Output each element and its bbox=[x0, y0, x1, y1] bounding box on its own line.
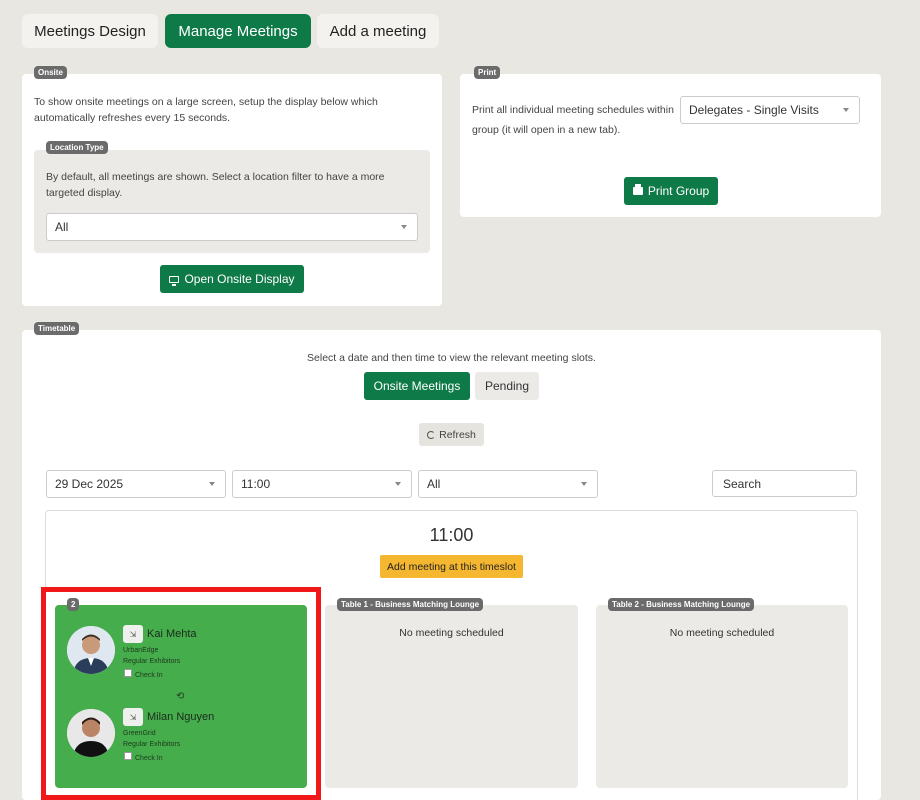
onsite-meetings-button[interactable]: Onsite Meetings bbox=[364, 372, 470, 400]
monitor-icon bbox=[169, 275, 180, 286]
print-description: Print all individual meeting schedules w… bbox=[472, 104, 674, 136]
add-meeting-timeslot-button[interactable]: Add meeting at this timeslot bbox=[380, 555, 523, 578]
onsite-card: To show onsite meetings on a large scree… bbox=[22, 74, 442, 306]
location-type-select[interactable]: All bbox=[46, 213, 418, 241]
chevron-down-icon bbox=[395, 482, 401, 486]
tab-add-meeting[interactable]: Add a meeting bbox=[317, 14, 439, 48]
refresh-button[interactable]: Refresh bbox=[419, 423, 484, 446]
print-group-value: Delegates - Single Visits bbox=[689, 103, 819, 117]
print-group-select[interactable]: Delegates - Single Visits bbox=[680, 96, 860, 124]
onsite-description: To show onsite meetings on a large scree… bbox=[34, 96, 378, 124]
time-select[interactable]: 11:00 bbox=[232, 470, 412, 498]
pending-button[interactable]: Pending bbox=[475, 372, 539, 400]
slot-time: 11:00 bbox=[429, 525, 474, 545]
refresh-label: Refresh bbox=[439, 428, 476, 441]
timetable-badge: Timetable bbox=[34, 322, 80, 335]
table-box-table-1[interactable]: No meeting scheduled bbox=[325, 605, 578, 788]
tab-meetings-design[interactable]: Meetings Design bbox=[22, 14, 158, 48]
table-box-table-2[interactable]: No meeting scheduled bbox=[596, 605, 848, 788]
highlight-outline bbox=[41, 587, 321, 800]
chevron-down-icon bbox=[843, 108, 849, 112]
print-badge: Print bbox=[474, 66, 501, 79]
printer-icon bbox=[632, 184, 643, 195]
search-placeholder: Search bbox=[723, 476, 762, 491]
open-onsite-display-button[interactable]: Open Onsite Display bbox=[160, 265, 304, 293]
tab-manage-meetings[interactable]: Manage Meetings bbox=[165, 14, 311, 48]
location-value: All bbox=[427, 477, 441, 491]
location-type-panel: By default, all meetings are shown. Sele… bbox=[34, 150, 430, 253]
onsite-badge: Onsite bbox=[34, 66, 67, 79]
chevron-down-icon bbox=[209, 482, 215, 486]
location-select[interactable]: All bbox=[418, 470, 598, 498]
location-type-description: By default, all meetings are shown. Sele… bbox=[46, 171, 385, 199]
table-badge: Table 2 - Business Matching Lounge bbox=[608, 598, 755, 611]
date-value: 29 Dec 2025 bbox=[55, 477, 124, 491]
time-value: 11:00 bbox=[241, 477, 271, 491]
open-onsite-display-label: Open Onsite Display bbox=[184, 272, 295, 286]
date-select[interactable]: 29 Dec 2025 bbox=[46, 470, 226, 498]
no-meeting-text: No meeting scheduled bbox=[399, 627, 504, 639]
chevron-down-icon bbox=[401, 225, 407, 229]
chevron-down-icon bbox=[581, 482, 587, 486]
print-card: Print all individual meeting schedules w… bbox=[460, 74, 881, 217]
table-badge: Table 1 - Business Matching Lounge bbox=[337, 598, 484, 611]
timetable-instructions: Select a date and then time to view the … bbox=[307, 352, 596, 364]
location-type-badge: Location Type bbox=[46, 141, 108, 154]
location-type-value: All bbox=[55, 220, 69, 234]
no-meeting-text: No meeting scheduled bbox=[669, 627, 775, 639]
refresh-icon bbox=[427, 430, 436, 439]
print-group-button[interactable]: Print Group bbox=[624, 177, 718, 205]
search-input[interactable]: Search bbox=[712, 470, 857, 497]
print-group-label: Print Group bbox=[647, 184, 710, 198]
